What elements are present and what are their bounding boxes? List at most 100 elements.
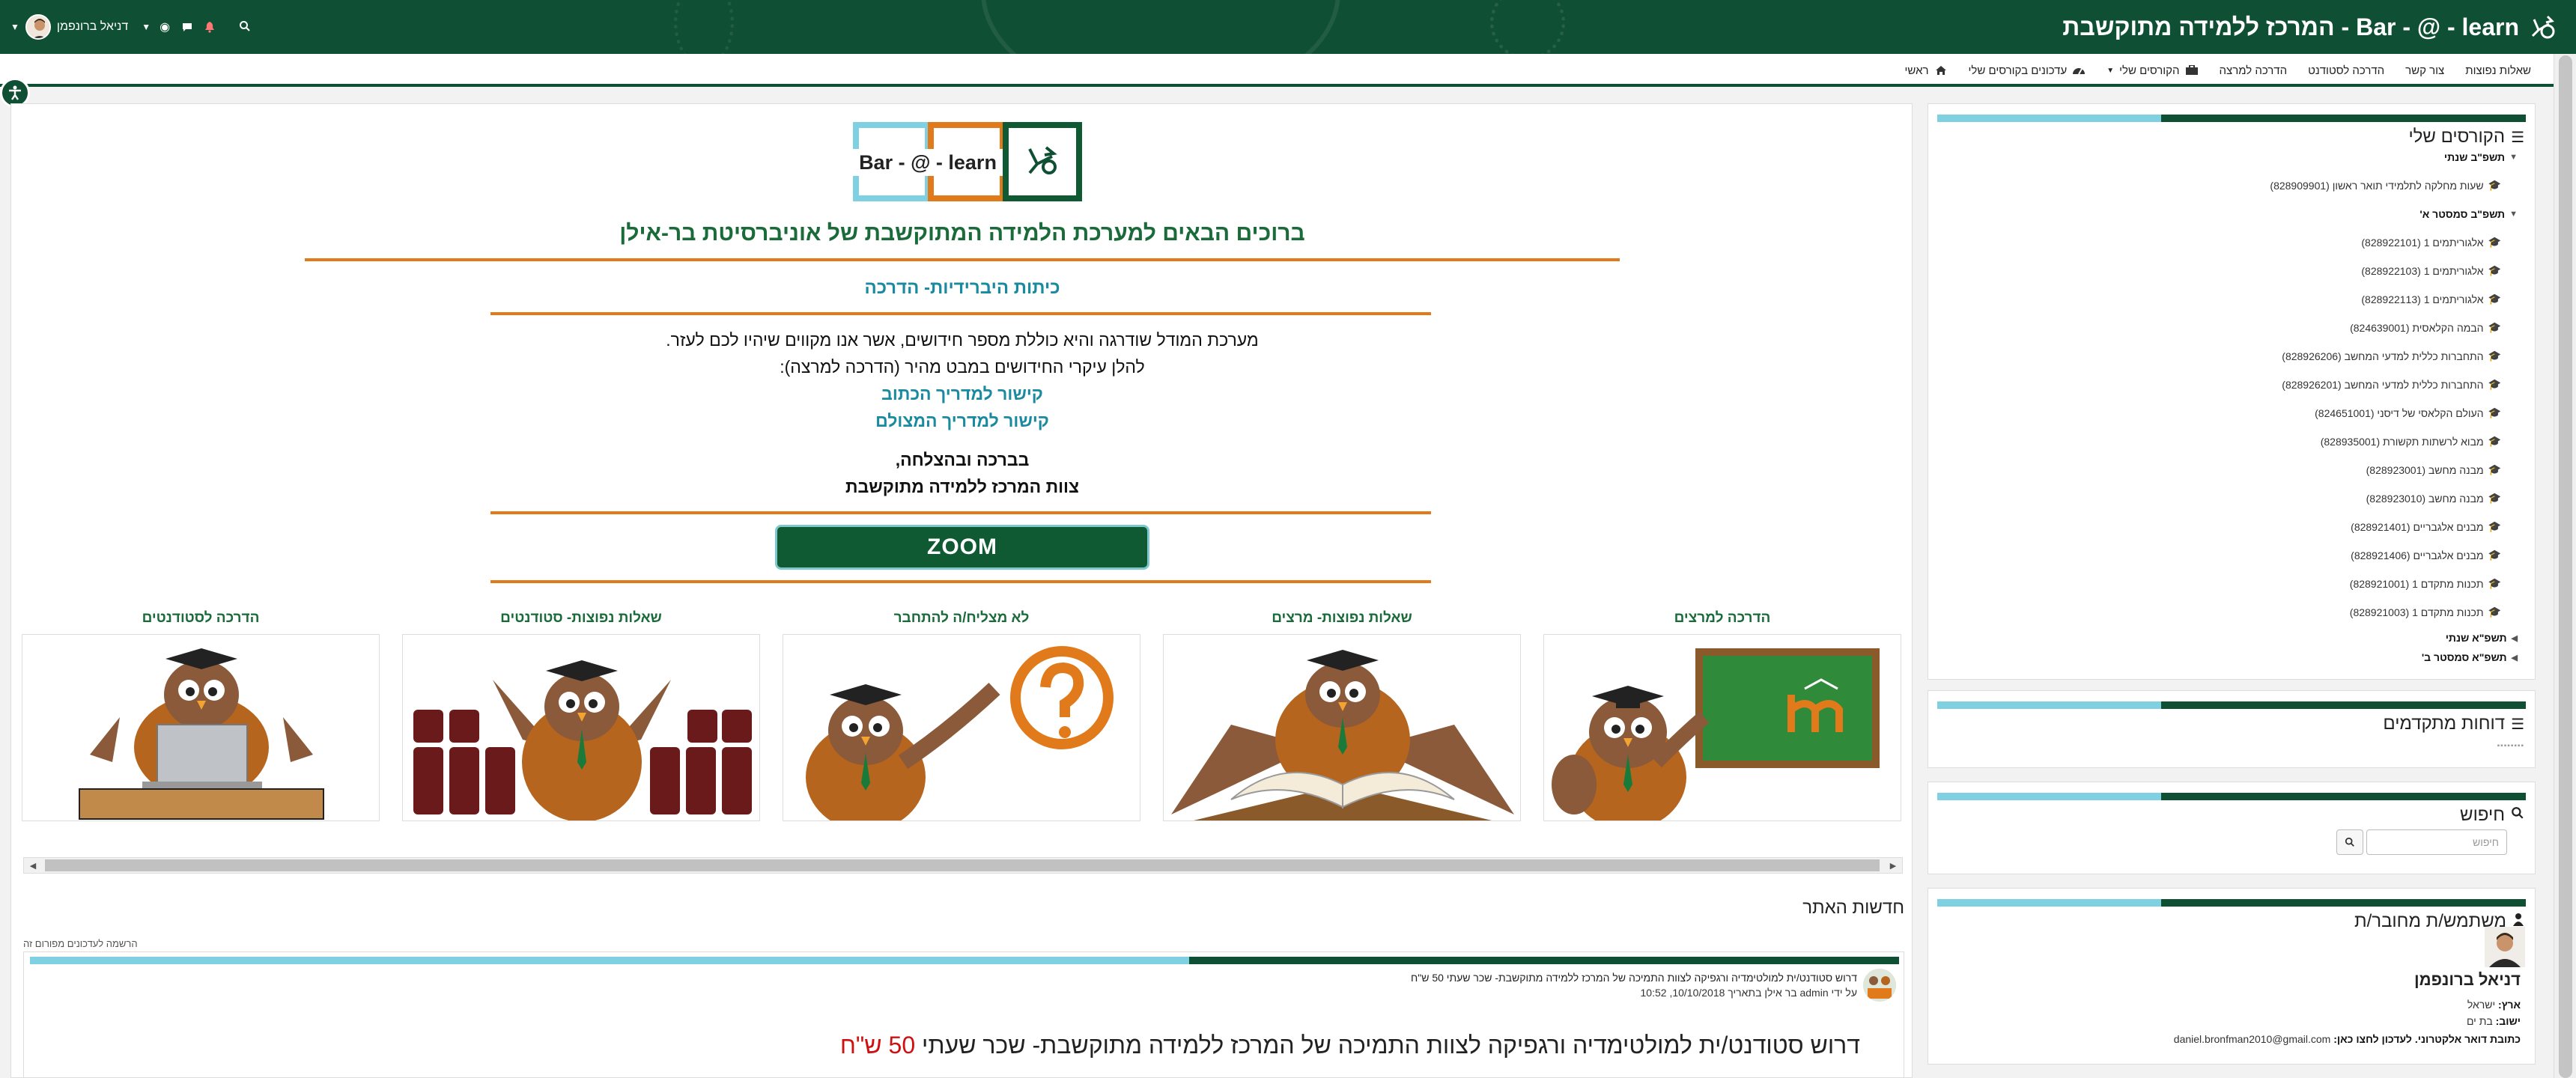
block-title: ☰ הקורסים שלי [2408, 127, 2524, 147]
scroll-right-icon[interactable]: ▶ [1886, 859, 1901, 871]
welcome-heading: ברוכים הבאים למערכת הלמידה המתוקשבת של א… [619, 221, 1305, 246]
course-link[interactable]: 🎓 אלגוריתמים 1 (828922113) [2361, 293, 2501, 305]
chevron-down-icon[interactable]: ▼ [10, 22, 19, 32]
profile-email: כתובת דואר אלקטרוני. לעדכון לחצו כאן: da… [2174, 1033, 2521, 1045]
course-category[interactable]: ◀ תשפ"א שנתי [2446, 632, 2518, 644]
globe-icon[interactable]: ◉ [157, 19, 173, 35]
zoom-button[interactable]: ZOOM [775, 525, 1149, 570]
course-link[interactable]: 🎓 מבנה מחשב (828923010) [2366, 493, 2501, 505]
graduation-cap-icon: 🎓 [2488, 606, 2501, 618]
course-link[interactable]: 🎓 העולם הקלאסי של דיסני (824651001) [2315, 407, 2501, 419]
forum-subscribe-link[interactable]: הרשמה לעדכונים מפורום זה [23, 938, 138, 949]
course-link[interactable]: 🎓 אלגוריתמים 1 (828922101) [2361, 237, 2501, 249]
course-category[interactable]: ▼ תשפ"ב סמסטר א' [2419, 208, 2518, 220]
tree-label: תשפ"א סמסטר ב' [2421, 651, 2507, 663]
search-icon[interactable] [235, 16, 255, 36]
course-link[interactable]: 🎓 הבמה הקלאסית (824639001) [2350, 322, 2501, 334]
tree-label: אלגוריתמים 1 (828922113) [2361, 293, 2484, 305]
accessibility-icon [9, 85, 21, 100]
tree-label: תשפ"ב שנתי [2443, 151, 2506, 163]
user-name[interactable]: דניאל ברונפמן [57, 20, 128, 34]
field-label: ארץ: [2498, 999, 2521, 1011]
chevron-down-icon[interactable]: ▼ [142, 22, 151, 32]
bar-ilan-logo-icon [2528, 12, 2558, 42]
course-link[interactable]: 🎓 התחברות כללית למדעי המחשב (828926201) [2282, 379, 2501, 391]
post-title[interactable]: דרוש סטודנט/ית למולטימדיה ורגפיקה לצוות … [1411, 972, 1857, 984]
tree-label: תכנות מתקדם 1 (828921001) [2349, 578, 2484, 590]
owl-book-image [1171, 650, 1514, 820]
site-title: Bar - @ - learn - המרכז ללמידה מתוקשבת [2062, 13, 2519, 40]
nav-item-contact[interactable]: צור קשר [2405, 64, 2444, 77]
course-category[interactable]: ▼ תשפ"ב שנתי [2444, 151, 2518, 163]
card-lecturer-faq[interactable] [1163, 634, 1521, 821]
search-button[interactable] [2336, 829, 2363, 855]
dashboard-icon [2072, 64, 2086, 76]
profile-city: ישוב: בת ים [2467, 1015, 2521, 1027]
graduation-cap-icon: 🎓 [2488, 549, 2501, 561]
scrollbar-thumb[interactable] [2559, 55, 2572, 1078]
signature-line: צוות המרכז ללמידה מתוקשבת [845, 477, 1079, 496]
graduation-cap-icon: 🎓 [2488, 293, 2501, 305]
nav-item-student-guide[interactable]: הדרכה לסטודנט [2308, 64, 2384, 77]
course-link[interactable]: 🎓 מבנים אלגבריים (828921401) [2351, 521, 2501, 533]
scrollbar-thumb[interactable] [45, 859, 1880, 871]
nav-item-my-courses[interactable]: הקורסים שלי ▼ [2106, 64, 2198, 77]
site-brand[interactable]: Bar - @ - learn - המרכז ללמידה מתוקשבת [2062, 12, 2558, 42]
reports-placeholder: ▪▪▪▪▪▪▪▪ [2497, 742, 2524, 750]
search-icon [2345, 837, 2354, 847]
course-link[interactable]: 🎓 התחברות כללית למדעי המחשב (828926206) [2282, 350, 2501, 362]
advanced-reports-block: ☰ דוחות מתקדמים ▪▪▪▪▪▪▪▪ [1928, 690, 2536, 768]
graduation-cap-icon: 🎓 [2488, 407, 2501, 419]
nav-label: שאלות נפוצות [2465, 64, 2531, 77]
card-student-faq[interactable] [402, 634, 760, 821]
card-cant-login[interactable] [783, 634, 1140, 821]
search-input[interactable]: חיפוש [2366, 829, 2507, 855]
course-category[interactable]: ◀ תשפ"א סמסטר ב' [2422, 651, 2518, 663]
graduation-cap-icon: 🎓 [2488, 180, 2501, 192]
scroll-left-icon[interactable]: ◀ [25, 859, 40, 871]
nav-item-lecturer-guide[interactable]: הדרכה למרצה [2220, 64, 2288, 77]
course-link[interactable]: 🎓 מבוא לרשתות תקשורת (828935001) [2321, 436, 2501, 448]
card-student-guide[interactable] [22, 634, 380, 821]
card-title[interactable]: הדרכה לסטודנטים [22, 610, 380, 627]
course-link[interactable]: 🎓 תכנות מתקדם 1 (828921001) [2350, 578, 2501, 590]
hybrid-classrooms-link[interactable]: כיתות היברידיות- הדרכה [11, 278, 1912, 299]
nav-item-faq[interactable]: שאלות נפוצות [2465, 64, 2531, 77]
avatar[interactable] [2485, 927, 2525, 967]
nav-item-home[interactable]: ראשי [1905, 64, 1948, 77]
chat-icon[interactable] [179, 19, 195, 35]
card-title[interactable]: שאלות נפוצות- מרצים [1163, 610, 1521, 627]
block-title-text: משתמש/ת מחובר/ת [2354, 911, 2506, 931]
profile-name[interactable]: דניאל ברונפמן [2414, 970, 2521, 990]
notification-icon[interactable] [201, 19, 218, 35]
block-title: חיפוש [2460, 805, 2524, 826]
course-link[interactable]: 🎓 מבנים אלגבריים (828921406) [2351, 549, 2501, 561]
video-guide-link[interactable]: קישור למדריך המצולם [11, 411, 1912, 431]
user-menu[interactable]: ▼ דניאל ברונפמן ▼ ◉ [10, 13, 218, 40]
course-link[interactable]: 🎓 מבנה מחשב (828923001) [2366, 464, 2501, 476]
course-link[interactable]: 🎓 אלגוריתמים 1 (828922103) [2361, 265, 2501, 277]
avatar[interactable] [25, 14, 51, 40]
course-link[interactable]: 🎓 תכנות מתקדם 1 (828921003) [2350, 606, 2501, 618]
card-title[interactable]: לא מצליח/ה להתחבר [783, 610, 1140, 627]
card-title[interactable]: שאלות נפוצות- סטודנטים [402, 610, 760, 627]
briefcase-icon [2185, 64, 2199, 76]
horizontal-scrollbar[interactable]: ◀ ▶ [23, 857, 1903, 874]
post-heading-text: דרוש סטודנט/ית למולטימדיה ורגפיקה לצוות … [922, 1032, 1860, 1059]
tree-label: תשפ"א שנתי [2445, 632, 2507, 644]
course-link[interactable]: 🎓 שעות מחלקה לתלמידי תואר ראשון (82890990… [2270, 180, 2501, 192]
written-guide-link[interactable]: קישור למדריך הכתוב [11, 384, 1912, 404]
block-title-text: חיפוש [2460, 805, 2505, 825]
nav-item-course-updates[interactable]: עדכונים בקורסים שלי [1969, 64, 2086, 77]
tree-label: מבנים אלגבריים (828921406) [2351, 549, 2484, 561]
card-title[interactable]: הדרכה למרצים [1543, 610, 1901, 627]
graduation-cap-icon: 🎓 [2488, 521, 2501, 533]
field-label[interactable]: כתובת דואר אלקטרוני. לעדכון לחצו כאן: [2333, 1033, 2521, 1045]
intro-text: להלן עיקרי החידושים במבט מהיר (הדרכה למר… [780, 357, 1145, 377]
card-lecturer-guide[interactable] [1543, 634, 1901, 821]
graduation-cap-icon: 🎓 [2488, 237, 2501, 249]
page-scrollbar[interactable] [2554, 54, 2576, 1078]
block-color-bar [1937, 793, 2526, 800]
chevron-down-icon: ▼ [2106, 66, 2115, 75]
block-color-bar [1937, 701, 2526, 709]
